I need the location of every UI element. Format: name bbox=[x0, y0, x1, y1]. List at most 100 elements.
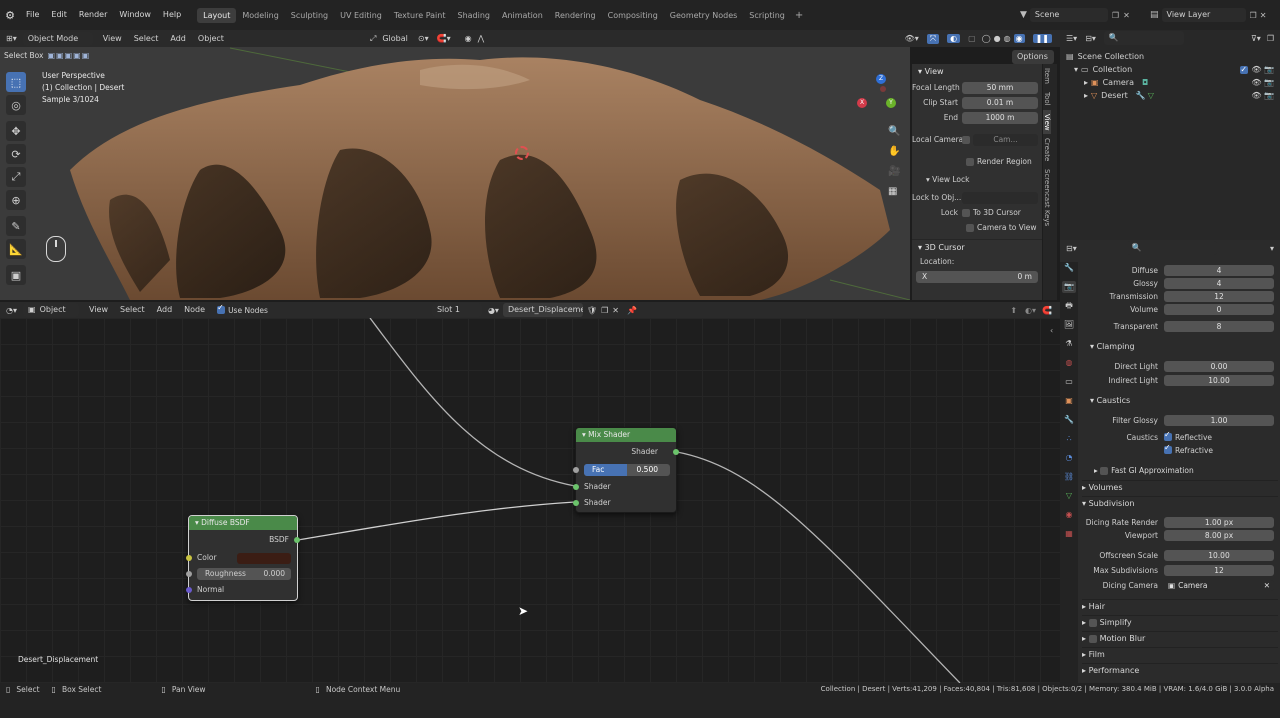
local-camera-field[interactable]: Cam... bbox=[973, 134, 1038, 146]
shader-input-1-socket[interactable] bbox=[573, 484, 579, 490]
falloff-icon[interactable]: ⋀ bbox=[478, 34, 485, 43]
pin-icon[interactable]: 📌 bbox=[627, 306, 637, 315]
modifier-properties-icon[interactable]: 🔧 bbox=[1062, 414, 1076, 426]
pan-hand-icon[interactable]: ✋ bbox=[888, 146, 906, 166]
motion-blur-header[interactable]: ▸ Motion Blur bbox=[1082, 631, 1278, 645]
viewport-menu-select[interactable]: Select bbox=[128, 30, 165, 47]
world-properties-icon[interactable]: ◍ bbox=[1062, 357, 1076, 369]
delete-view-layer-icon[interactable]: ✕ bbox=[1260, 11, 1267, 20]
proportional-edit-icon[interactable]: ◉ bbox=[465, 34, 472, 43]
glossy-field[interactable]: 4 bbox=[1164, 277, 1274, 289]
mix-shader-output-socket[interactable] bbox=[673, 449, 679, 455]
view-section-header[interactable]: ▾ View bbox=[912, 64, 1042, 80]
move-tool-icon[interactable]: ✥ bbox=[6, 121, 26, 141]
node-menu-add[interactable]: Add bbox=[151, 302, 179, 318]
new-material-icon[interactable]: ❐ bbox=[601, 306, 608, 315]
focal-length-field[interactable]: 50 mm bbox=[962, 82, 1038, 94]
solid-shading-icon[interactable]: ● bbox=[994, 34, 1001, 43]
data-properties-icon[interactable]: ▽ bbox=[1062, 490, 1076, 502]
fac-slider[interactable]: Fac 0.500 bbox=[584, 464, 670, 476]
shader-type-dropdown[interactable]: ▣ Object bbox=[23, 303, 79, 317]
sidebar-tab-view[interactable]: View bbox=[1043, 109, 1051, 135]
clip-start-field[interactable]: 0.01 m bbox=[962, 97, 1038, 109]
collection-properties-icon[interactable]: ▭ bbox=[1062, 376, 1076, 388]
material-sphere-icon[interactable]: ◕▾ bbox=[488, 306, 499, 315]
node-menu-view[interactable]: View bbox=[83, 302, 114, 318]
gizmo-toggle-icon[interactable]: ⤧ bbox=[926, 33, 940, 44]
fake-user-icon[interactable]: 🛡 bbox=[587, 306, 597, 315]
dicing-rate-field[interactable]: 1.00 px bbox=[1164, 516, 1274, 528]
view-lock-header[interactable]: ▾ View Lock bbox=[912, 173, 1042, 187]
roughness-field[interactable]: Roughness 0.000 bbox=[197, 568, 291, 580]
blender-logo-icon[interactable]: ⚙ bbox=[0, 9, 20, 22]
workspace-tab-uv-editing[interactable]: UV Editing bbox=[334, 8, 388, 23]
to-3d-cursor-checkbox[interactable] bbox=[962, 209, 970, 217]
outliner-desert[interactable]: ▸ ▽ Desert 🔧 ▽ 👁 📷 bbox=[1066, 89, 1280, 102]
pause-render-icon[interactable]: ❚❚ bbox=[1032, 34, 1052, 43]
object-mode-dropdown[interactable]: Object Mode bbox=[22, 31, 93, 46]
motion-blur-checkbox[interactable] bbox=[1088, 634, 1097, 643]
indirect-light-field[interactable]: 10.00 bbox=[1164, 374, 1274, 386]
sidebar-tab-item[interactable]: Item bbox=[1043, 64, 1051, 88]
filter-glossy-field[interactable]: 1.00 bbox=[1164, 414, 1274, 426]
mix-shader-node[interactable]: ▾ Mix Shader Shader Fac 0.500 Shader Sha… bbox=[573, 427, 679, 513]
bsdf-output-socket[interactable] bbox=[294, 537, 300, 543]
clamping-header[interactable]: ▾ Clamping bbox=[1082, 340, 1278, 354]
properties-editor-icon[interactable]: ⊟▾ bbox=[1066, 244, 1077, 253]
film-header[interactable]: ▸ Film bbox=[1082, 647, 1278, 661]
roughness-input-socket[interactable] bbox=[186, 571, 192, 577]
options-dropdown[interactable]: Options bbox=[1012, 50, 1054, 64]
cursor-x-field[interactable]: X 0 m bbox=[916, 271, 1038, 283]
volume-field[interactable]: 0 bbox=[1164, 303, 1274, 315]
add-workspace-button[interactable]: + bbox=[795, 10, 803, 21]
direct-light-field[interactable]: 0.00 bbox=[1164, 360, 1274, 372]
mix-shader-header[interactable]: ▾ Mix Shader bbox=[576, 428, 676, 442]
menu-window[interactable]: Window bbox=[113, 0, 157, 30]
menu-help[interactable]: Help bbox=[157, 0, 187, 30]
pivot-icon[interactable]: ⊙▾ bbox=[418, 34, 429, 43]
workspace-tab-modeling[interactable]: Modeling bbox=[236, 8, 284, 23]
offscreen-scale-field[interactable]: 10.00 bbox=[1164, 549, 1274, 561]
lock-to-object-field[interactable] bbox=[962, 192, 1038, 204]
editor-type-icon[interactable]: ⊞▾ bbox=[0, 34, 23, 43]
gizmo-x-icon[interactable]: X bbox=[857, 98, 867, 108]
diffuse-bsdf-node[interactable]: ▾ Diffuse BSDF BSDF Color Roughness 0.00… bbox=[186, 515, 300, 601]
diffuse-field[interactable]: 4 bbox=[1164, 264, 1274, 276]
ortho-grid-icon[interactable]: ▦ bbox=[888, 186, 906, 206]
hair-header[interactable]: ▸ Hair bbox=[1082, 599, 1278, 613]
render-properties-icon[interactable]: 📷 bbox=[1062, 281, 1076, 293]
camera-to-view-checkbox[interactable] bbox=[966, 224, 974, 232]
slot-dropdown[interactable]: Slot 1 bbox=[431, 303, 482, 317]
material-name-field[interactable]: Desert_Displacement bbox=[502, 303, 583, 317]
add-cube-tool-icon[interactable]: ▣ bbox=[6, 265, 26, 285]
physics-properties-icon[interactable]: ◔ bbox=[1062, 452, 1076, 464]
sidebar-toggle-icon[interactable]: ‹ bbox=[1050, 326, 1053, 335]
dicing-camera-field[interactable]: ▣ Camera ✕ bbox=[1164, 579, 1274, 591]
3d-cursor-section-header[interactable]: ▾ 3D Cursor bbox=[912, 239, 1042, 255]
particles-properties-icon[interactable]: ∴ bbox=[1062, 433, 1076, 445]
clip-end-field[interactable]: 1000 m bbox=[962, 112, 1038, 124]
expand-arrow-icon[interactable]: ▸ bbox=[1084, 76, 1088, 89]
diffuse-bsdf-header[interactable]: ▾ Diffuse BSDF bbox=[189, 516, 297, 530]
constraints-properties-icon[interactable]: ⛓ bbox=[1062, 471, 1076, 483]
outliner-search-input[interactable]: 🔍 bbox=[1103, 31, 1184, 45]
outliner-new-collection-icon[interactable]: ❐ bbox=[1267, 34, 1274, 43]
cursor-tool-icon[interactable]: ◎ bbox=[6, 95, 26, 115]
select-box-tool-icon[interactable]: ⬚ bbox=[6, 72, 26, 92]
node-editor-type-icon[interactable]: ◔▾ bbox=[0, 306, 23, 315]
use-nodes-checkbox[interactable] bbox=[217, 303, 226, 314]
selection-mode-icons[interactable]: ▣▣▣▣▣ bbox=[47, 51, 90, 60]
workspace-tab-geometry-nodes[interactable]: Geometry Nodes bbox=[664, 8, 743, 23]
workspace-tab-shading[interactable]: Shading bbox=[451, 8, 496, 23]
rotate-tool-icon[interactable]: ⟳ bbox=[6, 144, 26, 164]
scale-tool-icon[interactable]: ⤢ bbox=[6, 167, 26, 187]
new-view-layer-icon[interactable]: ❐ bbox=[1250, 11, 1257, 20]
workspace-tab-animation[interactable]: Animation bbox=[496, 8, 549, 23]
expand-arrow-icon[interactable]: ▾ bbox=[1074, 63, 1078, 76]
caustics-header[interactable]: ▾ Caustics bbox=[1082, 394, 1278, 408]
measure-tool-icon[interactable]: 📐 bbox=[6, 239, 26, 259]
annotate-tool-icon[interactable]: ✎ bbox=[6, 216, 26, 236]
wireframe-shading-icon[interactable]: ◯ bbox=[982, 34, 991, 43]
workspace-tab-rendering[interactable]: Rendering bbox=[549, 8, 602, 23]
workspace-tab-texture-paint[interactable]: Texture Paint bbox=[388, 8, 452, 23]
